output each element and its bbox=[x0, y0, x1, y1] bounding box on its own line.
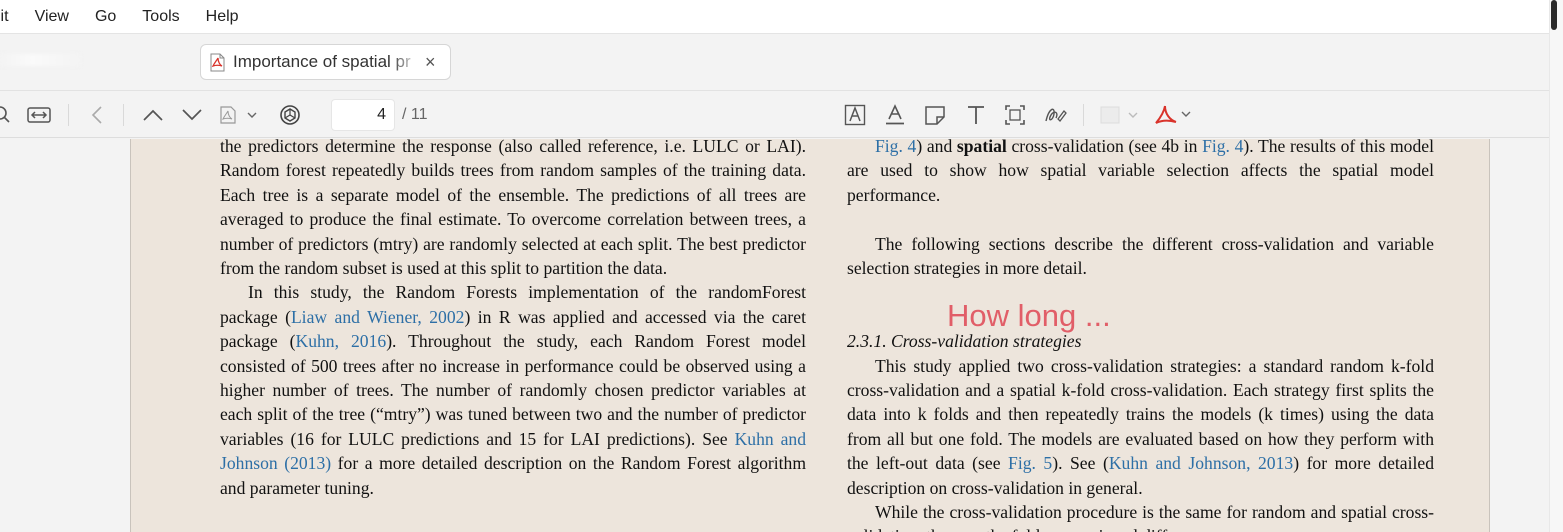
paragraph-text: ). See ( bbox=[1052, 453, 1109, 474]
left-column: the predictors determine the response (a… bbox=[220, 139, 806, 500]
sticky-note-icon[interactable] bbox=[924, 102, 946, 128]
paragraph: While the cross-validation procedure is … bbox=[847, 500, 1434, 532]
citation-link[interactable]: Kuhn, 2016 bbox=[296, 331, 387, 351]
tab-title: Importance of spatial pr bbox=[233, 52, 411, 71]
pdf-tools-dropdown[interactable] bbox=[218, 102, 262, 128]
figure-link[interactable]: Fig. 5 bbox=[1008, 453, 1052, 473]
right-column: Fig. 4) and spatial cross-validation (se… bbox=[847, 139, 1434, 532]
menu-go[interactable]: Go bbox=[82, 8, 129, 26]
menu-tools[interactable]: Tools bbox=[129, 8, 192, 26]
chevron-up-icon[interactable] bbox=[141, 102, 165, 128]
pdf-file-icon bbox=[209, 53, 226, 72]
add-text-icon[interactable] bbox=[965, 102, 987, 128]
fit-width-icon[interactable] bbox=[27, 102, 51, 128]
chevron-down-icon[interactable] bbox=[180, 102, 204, 128]
menu-edit[interactable]: lit bbox=[0, 8, 22, 26]
page-number-input[interactable]: 4 bbox=[331, 99, 395, 131]
window-scrollbar[interactable] bbox=[1549, 0, 1563, 532]
acrobat-icon[interactable] bbox=[1154, 102, 1194, 128]
paragraph-text: The following sections describe the diff… bbox=[847, 233, 1434, 279]
document-viewer[interactable]: the predictors determine the response (a… bbox=[0, 139, 1549, 532]
pdf-page: the predictors determine the response (a… bbox=[130, 139, 1490, 532]
figure-link[interactable]: Fig. 4 bbox=[875, 139, 916, 156]
page-total: / 11 bbox=[402, 106, 428, 123]
previous-page-icon[interactable] bbox=[88, 102, 106, 128]
paragraph-text: While the cross-validation procedure is … bbox=[847, 502, 1434, 532]
bold-text: spatial bbox=[956, 139, 1007, 156]
blurred-tab-title bbox=[0, 54, 80, 67]
ai-assistant-icon[interactable] bbox=[277, 102, 303, 128]
text-color-icon[interactable] bbox=[884, 102, 906, 128]
area-select-icon[interactable] bbox=[1004, 102, 1026, 128]
menu-help[interactable]: Help bbox=[193, 8, 252, 26]
previous-tab[interactable] bbox=[0, 51, 80, 68]
paragraph-text: cross-validation (see 4b in bbox=[1006, 139, 1203, 156]
paragraph: the predictors determine the response (a… bbox=[220, 139, 806, 280]
section-heading: 2.3.1. Cross-validation strategies bbox=[847, 331, 1082, 352]
search-icon[interactable] bbox=[0, 102, 14, 128]
paragraph: In this study, the Random Forests implem… bbox=[220, 280, 806, 500]
tab-document[interactable]: Importance of spatial pr × bbox=[200, 44, 451, 80]
signature-icon[interactable] bbox=[1043, 102, 1067, 128]
paragraph-text: the predictors determine the response (a… bbox=[220, 139, 806, 279]
citation-link[interactable]: Liaw and Wiener, 2002 bbox=[291, 307, 465, 327]
close-tab-icon[interactable]: × bbox=[425, 52, 436, 73]
paragraph: The following sections describe the diff… bbox=[847, 232, 1434, 281]
citation-link[interactable]: Kuhn and Johnson, 2013 bbox=[1109, 453, 1293, 473]
paragraph: Fig. 4) and spatial cross-validation (se… bbox=[847, 139, 1434, 207]
tab-bar: Importance of spatial pr × bbox=[0, 35, 1563, 91]
scrollbar-thumb[interactable] bbox=[1551, 0, 1557, 30]
figure-link[interactable]: Fig. 4 bbox=[1202, 139, 1243, 156]
overlay-caption: How long ... bbox=[947, 298, 1111, 333]
toolbar-separator bbox=[1083, 104, 1084, 126]
paragraph-text: ) and bbox=[916, 139, 957, 156]
toolbar-separator bbox=[68, 104, 69, 126]
color-picker-dropdown[interactable] bbox=[1099, 102, 1141, 128]
text-box-icon[interactable] bbox=[844, 102, 866, 128]
menu-bar: lit View Go Tools Help bbox=[0, 0, 1563, 34]
paragraph: This study applied two cross-validation … bbox=[847, 354, 1434, 500]
menu-view[interactable]: View bbox=[22, 8, 82, 26]
toolbar: 4 / 11 bbox=[0, 92, 1563, 138]
toolbar-separator bbox=[123, 104, 124, 126]
